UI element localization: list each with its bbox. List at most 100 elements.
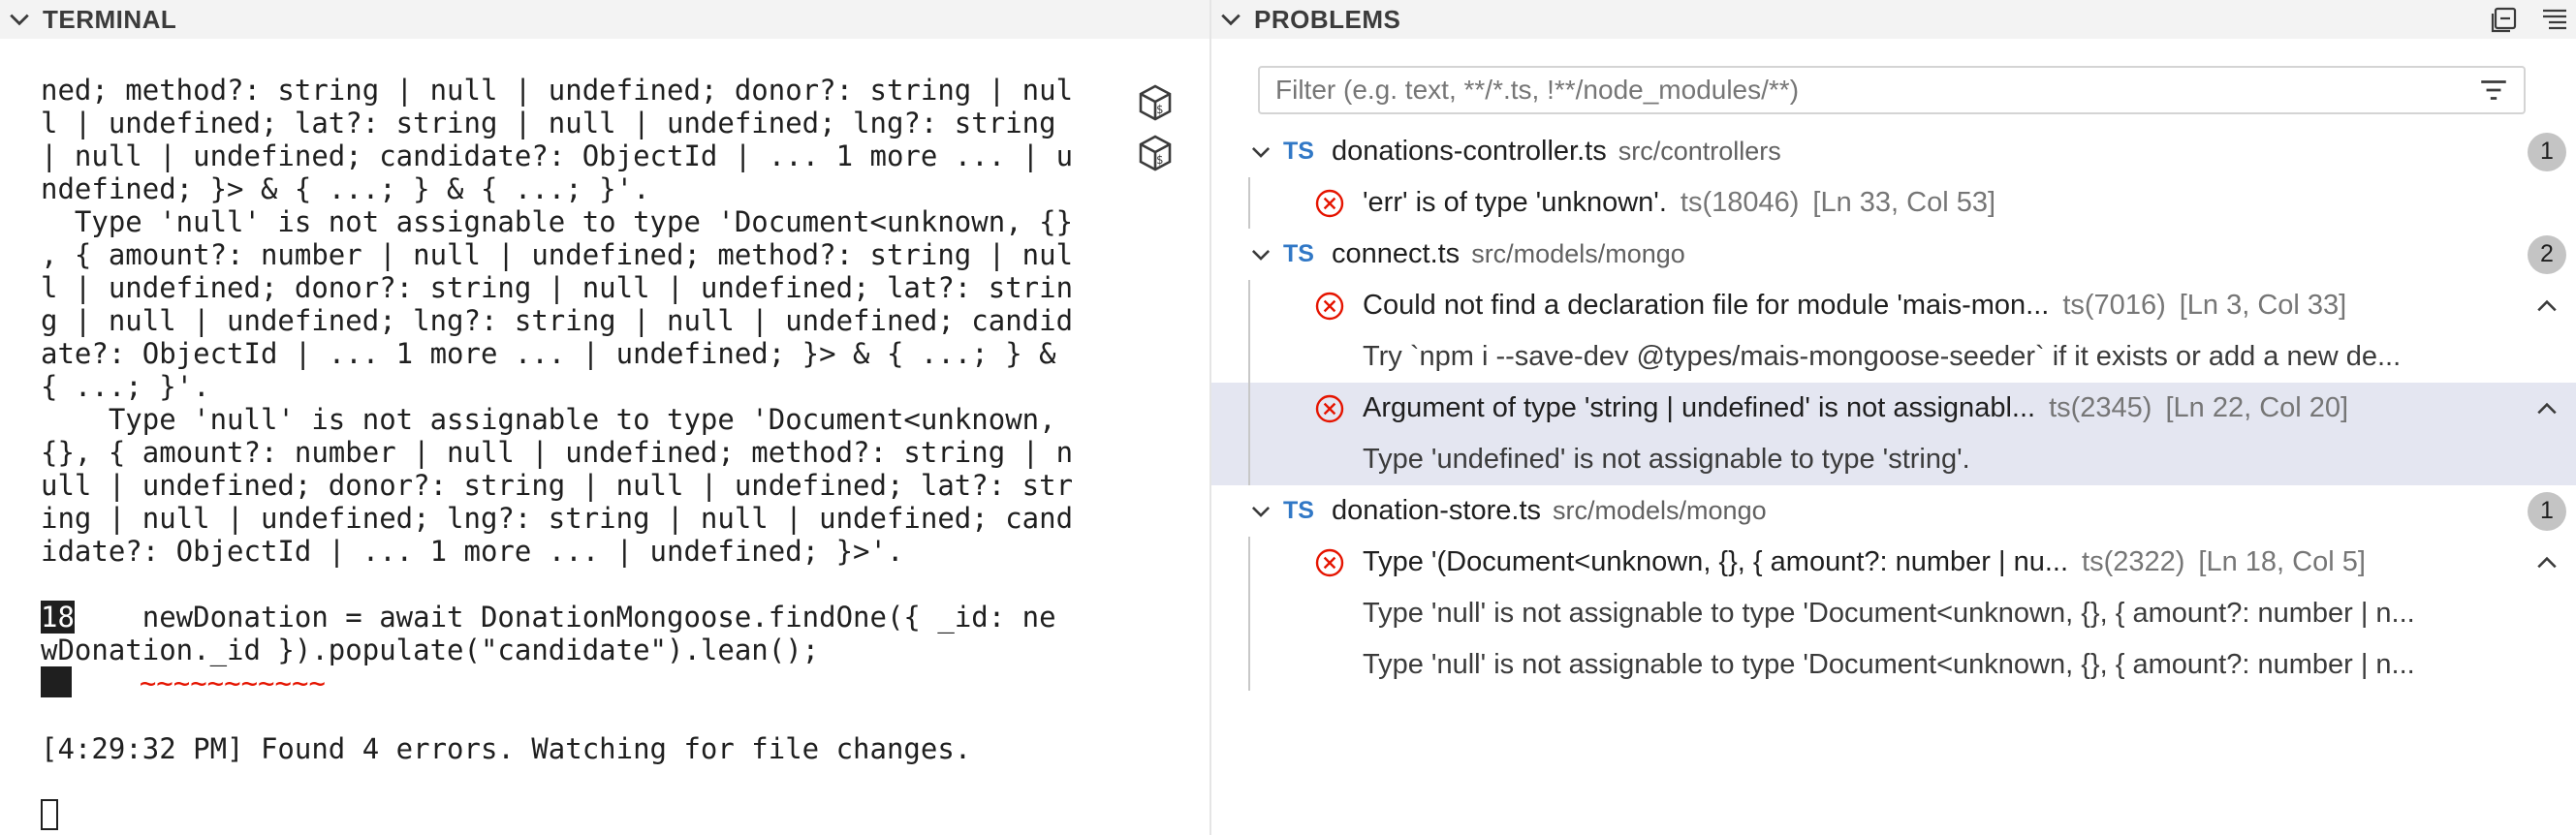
problem-code: ts(7016) [2062, 290, 2166, 321]
problem-file-group[interactable]: TS donation-store.ts src/models/mongo 1 [1211, 485, 2576, 537]
problem-detail-text: Type 'null' is not assignable to type 'D… [1363, 598, 2415, 629]
problem-item[interactable]: 'err' is of type 'unknown'. ts(18046) [Ln … [1211, 177, 2576, 229]
problem-item[interactable]: Type '(Document<unknown, {}, { amount?: … [1211, 537, 2576, 588]
problem-item[interactable]: Argument of type 'string | undefined' is… [1211, 383, 2576, 434]
terminal-output[interactable]: ned; method?: string | null | undefined;… [0, 39, 1209, 835]
terminal-tab-icon[interactable]: $ [1136, 134, 1175, 172]
error-icon [1314, 291, 1345, 322]
typescript-file-icon: TS [1283, 240, 1314, 267]
filter-icon[interactable] [2477, 74, 2510, 107]
terminal-squiggle-line: ~~~~~~~~~~~ [41, 666, 1049, 699]
gutter-block [41, 666, 72, 697]
problem-detail-text: Type 'null' is not assignable to type 'D… [1363, 649, 2415, 680]
terminal-prompt[interactable] [41, 798, 1049, 831]
problems-title: PROBLEMS [1254, 4, 1401, 34]
chevron-down-icon[interactable] [1217, 6, 1244, 33]
chevron-down-icon[interactable] [1248, 242, 1273, 267]
problem-detail[interactable]: Try `npm i --save-dev @types/mais-mongoo… [1211, 331, 2576, 383]
problems-tree[interactable]: TS donations-controller.ts src/controller… [1211, 126, 2576, 691]
terminal-tabs[interactable]: $ $ [1136, 83, 1178, 184]
problem-group-items: 'err' is of type 'unknown'. ts(18046) [Ln … [1211, 177, 2576, 229]
typescript-file-icon: TS [1283, 138, 1314, 165]
terminal-line: Type 'null' is not assignable to type 'D… [41, 205, 1074, 238]
collapse-all-icon[interactable] [2489, 4, 2520, 35]
problem-message-text: Type '(Document<unknown, {}, { amount?: … [1363, 546, 2069, 577]
error-icon [1314, 547, 1345, 578]
problem-message: Type '(Document<unknown, {}, { amount?: … [1363, 546, 2366, 578]
problem-location: [Ln 3, Col 33] [2179, 290, 2347, 321]
svg-text:$: $ [1156, 103, 1163, 116]
problem-location: [Ln 18, Col 5] [2198, 546, 2366, 577]
problem-file-group[interactable]: TS connect.ts src/models/mongo 2 [1211, 229, 2576, 280]
problem-count-badge: 1 [2528, 132, 2566, 171]
line-number: 18 [41, 601, 75, 634]
terminal-line: idate?: ObjectId | ... 1 more ... | unde… [41, 535, 904, 568]
indent-guide [1248, 177, 1250, 229]
terminal-line: Type 'null' is not assignable to type 'D… [41, 403, 1056, 436]
problem-message-text: Argument of type 'string | undefined' is… [1363, 392, 2036, 423]
problem-code: ts(2345) [2049, 392, 2152, 423]
chevron-down-icon[interactable] [1248, 499, 1273, 524]
terminal-header[interactable]: TERMINAL [0, 0, 1209, 39]
terminal-line: ndefined; }> & { ...; } & { ...; }'. [41, 172, 650, 205]
terminal-title: TERMINAL [43, 4, 177, 34]
problem-group-items: Could not find a declaration file for mo… [1211, 280, 2576, 485]
problem-location: [Ln 33, Col 53] [1812, 187, 1996, 218]
problem-message-text: 'err' is of type 'unknown'. [1363, 187, 1667, 218]
terminal-line: , { amount?: number | null | undefined; … [41, 238, 1074, 271]
problem-file-group[interactable]: TS donations-controller.ts src/controller… [1211, 126, 2576, 177]
terminal-line: {}, { amount?: number | null | undefined… [41, 436, 1074, 469]
problem-file-name: connect.ts src/models/mongo [1332, 238, 1685, 269]
terminal-line: l | undefined; donor?: string | null | u… [41, 271, 1074, 304]
problem-group-items: Type '(Document<unknown, {}, { amount?: … [1211, 537, 2576, 691]
problem-detail[interactable]: Type 'null' is not assignable to type 'D… [1211, 588, 2576, 639]
problem-file-name: donations-controller.ts src/controllers [1332, 136, 1781, 167]
cursor-icon [41, 799, 58, 830]
view-as-tree-icon[interactable] [2539, 4, 2570, 35]
problem-detail[interactable]: Type 'undefined' is not assignable to ty… [1211, 434, 2576, 485]
problem-count-badge: 2 [2528, 234, 2566, 274]
problem-detail-text: Try `npm i --save-dev @types/mais-mongoo… [1363, 341, 2402, 372]
terminal-line: | null | undefined; candidate?: ObjectId… [41, 139, 1074, 172]
problem-message: Argument of type 'string | undefined' is… [1363, 392, 2348, 424]
terminal-tab-icon[interactable]: $ [1136, 83, 1175, 122]
indent-guide [1248, 280, 1250, 485]
problems-filter[interactable] [1258, 66, 2526, 114]
chevron-down-icon[interactable] [1248, 139, 1273, 165]
terminal-line: ate?: ObjectId | ... 1 more ... | undefi… [41, 337, 1056, 370]
problem-code: ts(2322) [2082, 546, 2185, 577]
chevron-up-icon[interactable] [2533, 293, 2560, 320]
problem-message-text: Could not find a declaration file for mo… [1363, 290, 2050, 321]
chevron-up-icon[interactable] [2533, 395, 2560, 422]
typescript-file-icon: TS [1283, 497, 1314, 524]
problem-code: ts(18046) [1680, 187, 1800, 218]
chevron-up-icon[interactable] [2533, 549, 2560, 576]
error-icon [1314, 393, 1345, 424]
problem-message: 'err' is of type 'unknown'. ts(18046) [Ln … [1363, 187, 1995, 219]
terminal-line: ull | undefined; donor?: string | null |… [41, 469, 1074, 502]
indent-guide [1248, 537, 1250, 691]
terminal-line: { ...; }'. [41, 370, 210, 403]
svg-text:$: $ [1156, 153, 1163, 167]
terminal-line: l | undefined; lat?: string | null | und… [41, 107, 1056, 139]
terminal-line: g | null | undefined; lng?: string | nul… [41, 304, 1074, 337]
problem-file-path: src/controllers [1618, 137, 1781, 166]
terminal-source-line: 18 newDonation = await DonationMongoose.… [41, 601, 1056, 634]
problem-detail-text: Type 'undefined' is not assignable to ty… [1363, 444, 1970, 475]
problem-count-badge: 1 [2528, 491, 2566, 531]
terminal-lines: ned; method?: string | null | undefined;… [41, 74, 1074, 568]
problem-message: Could not find a declaration file for mo… [1363, 290, 2346, 322]
terminal-source-line-cont: wDonation._id }).populate("candidate").l… [41, 634, 820, 666]
problem-detail[interactable]: Type 'null' is not assignable to type 'D… [1211, 639, 2576, 691]
problem-file-path: src/models/mongo [1553, 496, 1767, 525]
problems-panel[interactable]: PROBLEMS TS donations-controller.tssrc/c… [1211, 0, 2576, 835]
problem-file-path: src/models/mongo [1471, 239, 1685, 268]
terminal-panel[interactable]: TERMINAL ned; method?: string | null | u… [0, 0, 1211, 835]
chevron-down-icon[interactable] [6, 6, 33, 33]
problem-item[interactable]: Could not find a declaration file for mo… [1211, 280, 2576, 331]
error-squiggle: ~~~~~~~~~~~ [139, 666, 326, 699]
problems-header[interactable]: PROBLEMS [1211, 0, 2576, 39]
filter-input[interactable] [1273, 74, 2477, 107]
terminal-line: ned; method?: string | null | undefined;… [41, 74, 1074, 107]
error-icon [1314, 188, 1345, 219]
